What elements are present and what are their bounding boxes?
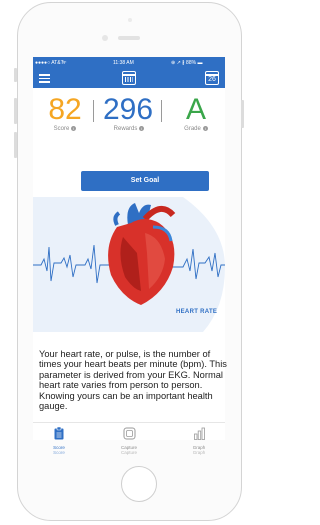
stats-row: 82 296 A Score i Rewards i Grade i [33,94,225,134]
tab-capture-sublabel: Capture [120,450,137,455]
tab-bar: Score Score Capture Capture Graph Graph [33,422,225,455]
carrier-text: ●●●●○ AT&T [35,60,64,66]
rewards-value: 296 [102,93,154,126]
volume-up-button [14,98,17,124]
home-button[interactable] [121,466,157,502]
time-text: 11:38 AM [113,60,134,66]
tab-graph-sublabel: Graph [192,450,206,455]
date-badge: 26 [208,76,216,83]
hero-title: HEART RATE [176,309,218,315]
description-text: Your heart rate, or pulse, is the number… [39,349,227,412]
rewards-label-group[interactable]: Rewards i [101,126,157,132]
tab-score[interactable]: Score Score [39,426,79,455]
stat-divider [161,100,162,122]
info-icon[interactable]: i [71,126,77,131]
status-bar: ●●●●○ AT&T ᯤ 11:38 AM ⊕ ↗ ∦ 88% ▬ [33,57,225,68]
proximity-sensor [128,18,132,22]
info-icon[interactable]: i [139,126,145,131]
stat-divider [93,100,94,122]
capture-icon [123,427,135,440]
power-button [241,100,244,128]
calendar-icon[interactable] [122,71,136,85]
tab-graph[interactable]: Graph Graph [179,427,219,455]
date-calendar-button[interactable]: 26 [205,71,219,85]
clipboard-icon [54,426,64,440]
grade-value: A [185,93,206,126]
info-icon[interactable]: i [202,126,208,131]
nav-bar: 26 [33,68,225,88]
volume-down-button [14,132,17,158]
score-label-group[interactable]: Score i [43,126,87,132]
silent-switch [14,68,17,82]
earpiece-speaker [118,36,140,40]
bar-graph-icon [193,427,205,440]
tab-score-sublabel: Score [53,450,65,455]
hamburger-icon[interactable] [39,74,50,83]
rewards-label: Rewards [113,126,138,133]
grade-label-group[interactable]: Grade i [173,126,219,132]
front-camera [102,35,108,41]
score-value: 82 [48,93,82,126]
score-label: Score [53,126,70,133]
battery-status: ⊕ ↗ ∦ 88% ▬ [171,60,203,66]
grade-label: Grade [184,126,201,133]
tab-capture[interactable]: Capture Capture [109,427,149,455]
wifi-icon: ᯤ [62,60,67,66]
set-goal-button[interactable]: Set Goal [81,171,209,191]
